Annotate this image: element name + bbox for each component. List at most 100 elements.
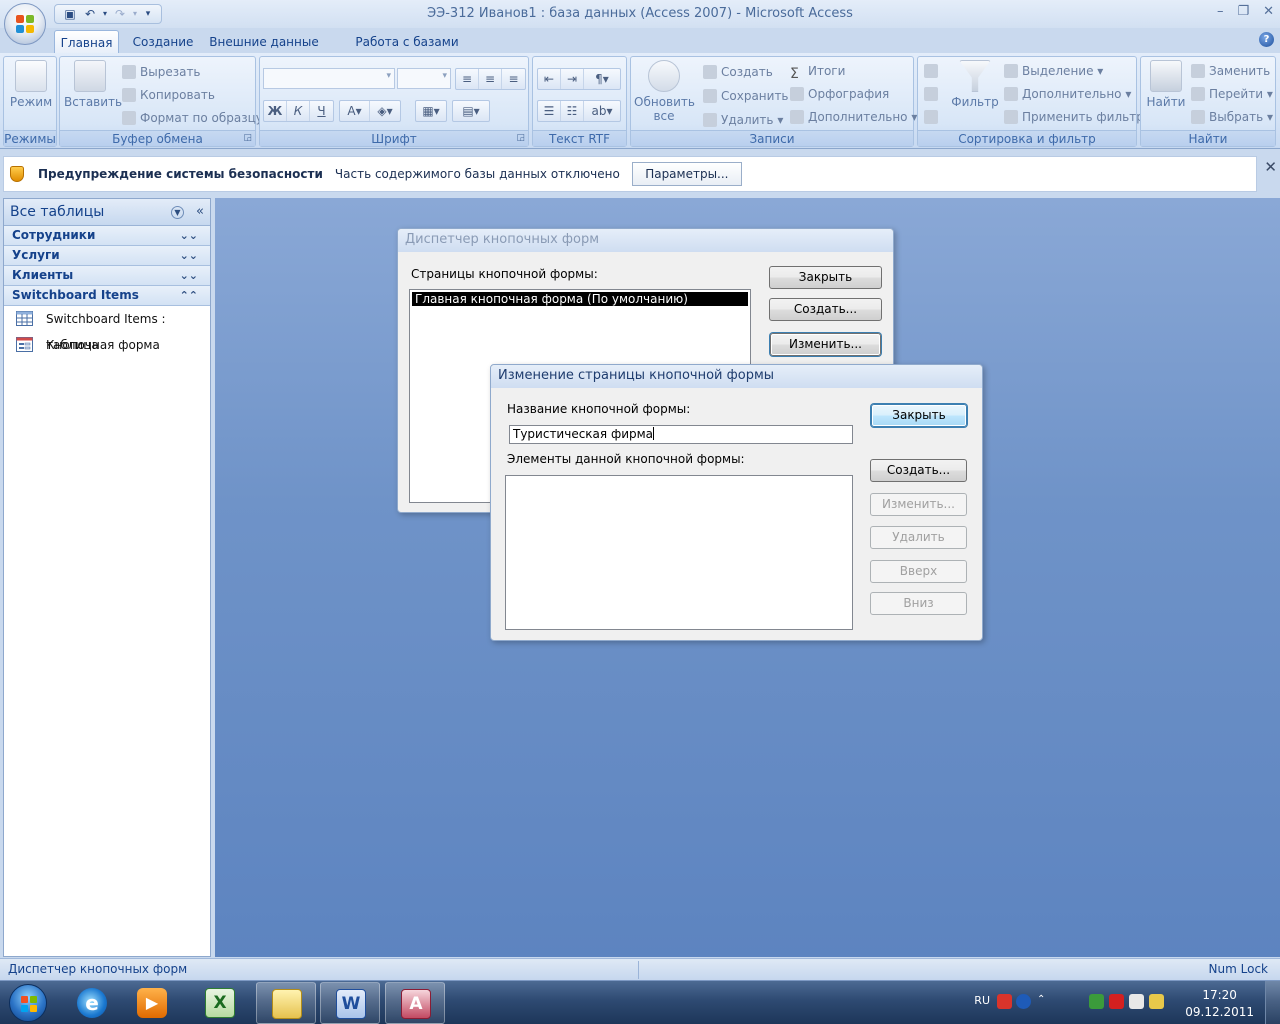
edit-switchboard-page-dialog: Изменение страницы кнопочной формы Назва… [490, 364, 983, 641]
fill-color-icon[interactable]: ◈▾ [370, 101, 400, 121]
nav-title[interactable]: Все таблицы [10, 204, 104, 220]
more-records-button[interactable]: Дополнительно ▾ [790, 107, 917, 127]
close-icon[interactable]: ✕ [1264, 158, 1277, 176]
align-buttons: ≡ ≡ ≡ [455, 68, 526, 90]
advanced-filter-button[interactable]: Дополнительно ▾ [1004, 84, 1131, 104]
minimize-icon[interactable]: – [1217, 4, 1224, 19]
show-desktop-button[interactable] [1265, 981, 1280, 1024]
refresh-all-button[interactable]: Обновить все [634, 60, 695, 123]
edit-button[interactable]: Изменить... [770, 333, 881, 356]
alternate-fill-icon[interactable]: ▤▾ [453, 101, 489, 121]
delete-record-button[interactable]: Удалить ▾ [703, 110, 783, 130]
chevron-down-icon[interactable]: ▼ [171, 206, 184, 219]
office-button[interactable] [4, 3, 46, 45]
clock[interactable]: 17:20 09.12.2011 [1185, 987, 1254, 1021]
select-button[interactable]: Выбрать ▾ [1191, 107, 1273, 127]
dialog-launcher-icon[interactable]: ◲ [243, 133, 252, 143]
align-right-icon[interactable]: ≡ [502, 69, 525, 89]
help-icon[interactable]: ? [1259, 32, 1274, 47]
underline-button[interactable]: Ч [310, 101, 333, 121]
delete-button[interactable]: Удалить [870, 526, 967, 549]
close-icon[interactable]: ✕ [1263, 4, 1274, 19]
align-left-icon[interactable]: ≡ [456, 69, 479, 89]
nav-group-clients[interactable]: Клиенты ⌄⌄ [4, 266, 210, 286]
table-icon [16, 311, 33, 326]
edit-button[interactable]: Изменить... [870, 493, 967, 516]
font-color-icon[interactable]: A▾ [340, 101, 370, 121]
dialog-launcher-icon[interactable]: ◲ [516, 133, 525, 143]
mode-button[interactable]: Режим [9, 60, 53, 109]
sort-ascending-icon [924, 64, 938, 78]
font-name-combo[interactable] [263, 68, 395, 89]
bullets-icon[interactable]: ☰ [538, 101, 561, 121]
sort-desc-button[interactable] [924, 84, 942, 104]
nav-group-services[interactable]: Услуги ⌄⌄ [4, 246, 210, 266]
find-button[interactable]: Найти [1144, 60, 1188, 109]
sort-asc-button[interactable] [924, 61, 942, 81]
tab-create[interactable]: Создание [128, 30, 198, 54]
security-options-button[interactable]: Параметры... [631, 162, 742, 186]
tab-external-data[interactable]: Внешние данные [206, 30, 322, 54]
list-buttons: ☰ ☷ ab▾ [537, 100, 621, 122]
security-k-icon[interactable] [1109, 994, 1124, 1009]
nav-group-switchboard-items[interactable]: Switchboard Items ⌃⌃ [4, 286, 210, 306]
network-icon[interactable] [1149, 994, 1164, 1009]
move-up-button[interactable]: Вверх [870, 560, 967, 583]
tab-home[interactable]: Главная [54, 30, 119, 54]
create-button[interactable]: Создать... [870, 459, 967, 482]
nav-item-switchboard-form[interactable]: Кнопочная форма [4, 332, 210, 358]
goto-button[interactable]: Перейти ▾ [1191, 84, 1273, 104]
chevron-up-icon[interactable]: ⌃ [1037, 994, 1052, 1009]
totals-button[interactable]: Σ Итоги [790, 61, 845, 81]
cut-button[interactable]: Вырезать [122, 62, 201, 82]
paste-button[interactable]: Вставить [64, 60, 122, 109]
pdf-icon[interactable] [997, 994, 1012, 1009]
filter-button[interactable]: Фильтр [950, 60, 1000, 109]
items-list[interactable] [505, 475, 853, 630]
decrease-indent-icon[interactable]: ⇤ [538, 69, 561, 89]
spelling-button[interactable]: Орфография [790, 84, 889, 104]
close-button[interactable]: Закрыть [871, 404, 967, 427]
selection-button[interactable]: Выделение ▾ [1004, 61, 1103, 81]
antivirus-icon[interactable] [1089, 994, 1104, 1009]
taskbar-word[interactable]: W [320, 982, 380, 1024]
italic-button[interactable]: К [287, 101, 310, 121]
nav-group-employees[interactable]: Сотрудники ⌄⌄ [4, 226, 210, 246]
taskbar-explorer[interactable] [256, 982, 316, 1024]
restore-icon[interactable]: ❐ [1237, 4, 1249, 19]
highlight-icon[interactable]: ab▾ [584, 101, 620, 121]
taskbar-media-player[interactable]: ▶ [122, 982, 182, 1024]
title-bar: ▣ ↶ ▾ ↷ ▾ ▾ ЭЭ-312 Иванов1 : база данных… [0, 0, 1280, 28]
replace-button[interactable]: Заменить [1191, 61, 1270, 81]
paragraph-icon[interactable]: ¶▾ [584, 69, 620, 89]
tab-database-tools[interactable]: Работа с базами данных [330, 30, 484, 73]
new-record-button[interactable]: Создать [703, 62, 773, 82]
language-indicator[interactable]: RU [974, 994, 990, 1007]
increase-indent-icon[interactable]: ⇥ [561, 69, 584, 89]
help-icon[interactable] [1016, 994, 1031, 1009]
action-center-flag-icon[interactable] [1129, 994, 1144, 1009]
taskbar-access[interactable]: A [385, 982, 445, 1024]
switchboard-name-input[interactable]: Туристическая фирма [509, 425, 853, 444]
create-button[interactable]: Создать... [769, 298, 882, 321]
clear-sort-button[interactable] [924, 107, 942, 127]
gridlines-icon[interactable]: ▦▾ [416, 101, 446, 121]
align-center-icon[interactable]: ≡ [479, 69, 502, 89]
bold-button[interactable]: Ж [264, 101, 287, 121]
nav-item-switchboard-table[interactable]: Switchboard Items : таблица [4, 306, 210, 352]
collapse-pane-icon[interactable]: « [196, 204, 204, 219]
taskbar-excel[interactable]: X [190, 982, 250, 1024]
items-label: Элементы данной кнопочной формы: [507, 452, 745, 466]
start-button[interactable] [2, 981, 52, 1024]
apply-filter-button[interactable]: Применить фильтр [1004, 107, 1144, 127]
format-painter-button[interactable]: Формат по образцу [122, 108, 263, 128]
save-record-button[interactable]: Сохранить [703, 86, 789, 106]
list-item[interactable]: Главная кнопочная форма (По умолчанию) [412, 292, 748, 306]
close-button[interactable]: Закрыть [769, 266, 882, 289]
move-down-button[interactable]: Вниз [870, 592, 967, 615]
taskbar-internet-explorer[interactable]: e [62, 982, 122, 1024]
numbering-icon[interactable]: ☷ [561, 101, 584, 121]
copy-button[interactable]: Копировать [122, 85, 215, 105]
clear-sort-icon [924, 110, 938, 124]
font-size-combo[interactable] [397, 68, 451, 89]
